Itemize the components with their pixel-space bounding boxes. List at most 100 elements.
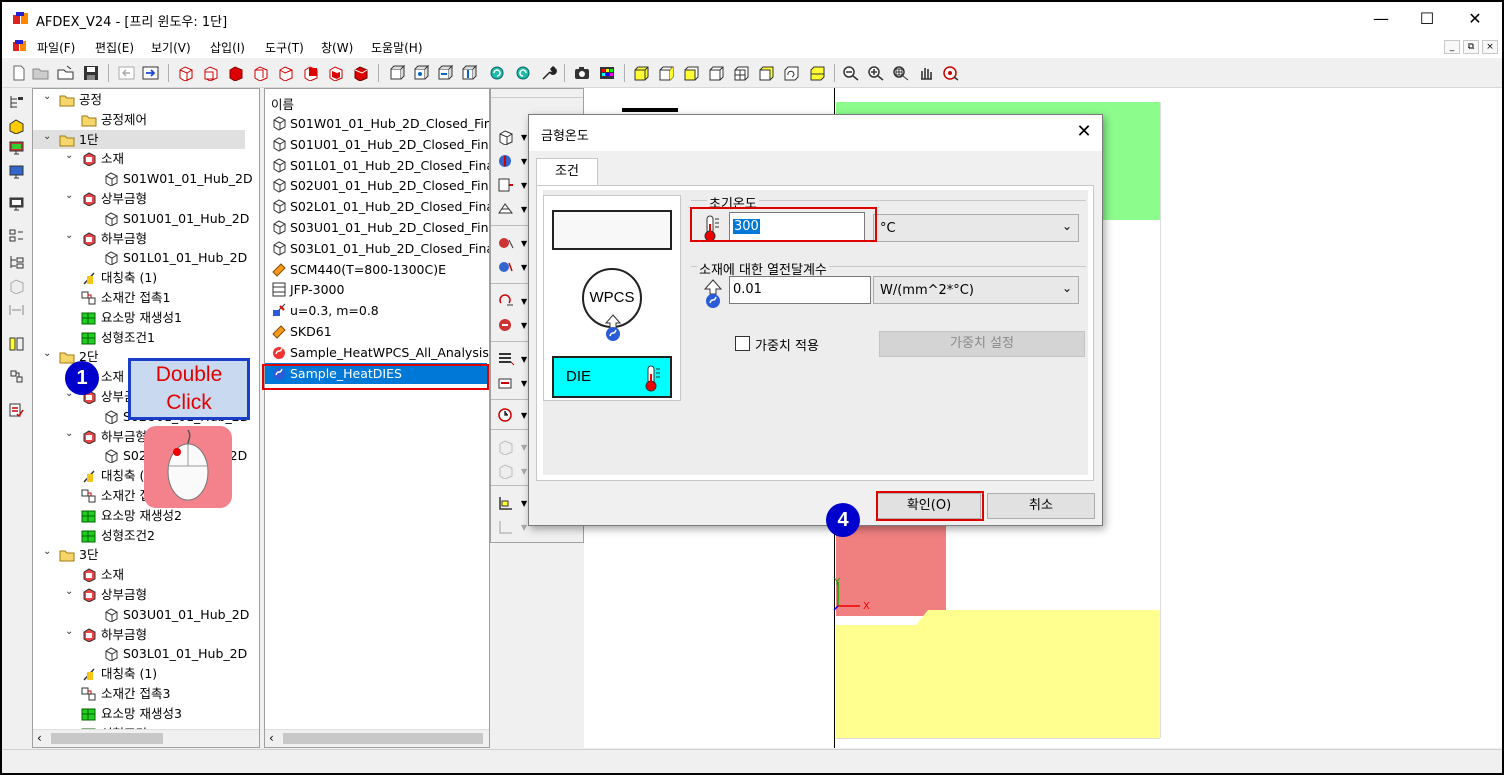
tree-item[interactable]: 소재간 접촉3: [81, 684, 170, 703]
tree-view-icon[interactable]: [8, 94, 25, 110]
box-section-icon[interactable]: [808, 65, 826, 81]
tree-item[interactable]: 요소망 재생성2: [81, 506, 182, 525]
tree-item[interactable]: 상부금형: [81, 189, 147, 208]
chevron-down-icon[interactable]: ▼: [521, 133, 527, 142]
list-item[interactable]: SKD61: [271, 321, 332, 342]
chevron-down-icon[interactable]: ▼: [521, 355, 527, 364]
disabled-tool-icon[interactable]: [497, 439, 515, 455]
ok-button[interactable]: 확인(O): [877, 493, 981, 519]
mdi-minimize-button[interactable]: _: [1444, 40, 1460, 54]
close-button[interactable]: ✕: [1452, 6, 1498, 32]
menu-file[interactable]: 파일(F): [37, 39, 75, 56]
chevron-down-icon[interactable]: ⌄: [43, 348, 51, 359]
menu-insert[interactable]: 삽입(I): [210, 39, 245, 56]
menu-view[interactable]: 보기(V): [151, 39, 191, 56]
friction-tool-icon[interactable]: [497, 293, 515, 309]
tree-item[interactable]: 요소망 재생성3: [81, 704, 182, 723]
material-tool-icon[interactable]: [497, 235, 515, 251]
list-item[interactable]: S01L01_01_Hub_2D_Closed_Final.: [271, 155, 489, 176]
cube-top-icon[interactable]: [277, 65, 295, 81]
tree-item[interactable]: S01U01_01_Hub_2D: [103, 209, 249, 228]
view-mirror-icon[interactable]: [460, 65, 478, 81]
monitor-dark-icon[interactable]: [8, 196, 25, 212]
mesh-tool-icon[interactable]: [497, 201, 515, 217]
chevron-down-icon[interactable]: ▼: [521, 499, 527, 508]
list-item[interactable]: S03L01_01_Hub_2D_Closed_Final.: [271, 238, 489, 259]
cube-solid-icon[interactable]: [227, 65, 245, 81]
tree-item[interactable]: 하부금형: [81, 427, 147, 446]
cancel-button[interactable]: 취소: [987, 493, 1095, 519]
open-folder-icon[interactable]: [32, 65, 50, 81]
list-item[interactable]: Sample_HeatDIES: [265, 362, 487, 384]
weight-checkbox[interactable]: [735, 336, 750, 351]
htc-unit-select[interactable]: W/(mm^2*°C) ⌄: [873, 276, 1079, 304]
maximize-button[interactable]: ☐: [1404, 6, 1450, 32]
layout-icon[interactable]: [8, 336, 25, 352]
tree-item[interactable]: 3단: [59, 545, 98, 564]
htc-input[interactable]: 0.01: [729, 276, 871, 304]
workpiece-tool-icon[interactable]: [497, 129, 515, 145]
chevron-down-icon[interactable]: ▼: [521, 181, 527, 190]
box-wire-icon[interactable]: [707, 65, 725, 81]
zoom-out-icon[interactable]: [842, 65, 860, 81]
chevron-down-icon[interactable]: ▼: [521, 297, 527, 306]
tree-item[interactable]: 하부금형: [81, 229, 147, 248]
grid-select-icon[interactable]: [8, 228, 25, 244]
tree-item[interactable]: 공정: [59, 90, 102, 109]
connect-icon[interactable]: [8, 368, 25, 384]
save-icon[interactable]: [82, 65, 100, 81]
chevron-down-icon[interactable]: ▼: [521, 523, 527, 532]
monitor-color-icon[interactable]: [8, 140, 25, 156]
tree-item[interactable]: 하부금형: [81, 625, 147, 644]
list-item[interactable]: S03U01_01_Hub_2D_Closed_Final: [271, 217, 489, 238]
tree-item[interactable]: 소재: [81, 565, 124, 584]
view-fit-icon[interactable]: [412, 65, 430, 81]
process-icon[interactable]: [8, 118, 25, 134]
heat-tool-icon[interactable]: [497, 153, 515, 169]
chevron-down-icon[interactable]: ⌄: [65, 626, 73, 637]
scroll-left-icon[interactable]: ‹: [37, 731, 42, 745]
list-item[interactable]: JFP-3000: [271, 279, 344, 300]
chevron-down-icon[interactable]: ▼: [521, 443, 527, 452]
tree-item[interactable]: 상부금형: [81, 585, 147, 604]
box-mesh-icon[interactable]: [732, 65, 750, 81]
list-item[interactable]: S02U01_01_Hub_2D_Closed_Final: [271, 175, 489, 196]
heat-die-tool-icon[interactable]: [497, 317, 515, 333]
chevron-down-icon[interactable]: ▼: [521, 467, 527, 476]
chevron-down-icon[interactable]: ⌄: [43, 131, 51, 142]
back-icon[interactable]: [118, 65, 136, 81]
chevron-down-icon[interactable]: ⌄: [65, 428, 73, 439]
view-pan-icon[interactable]: [436, 65, 454, 81]
zoom-in-icon[interactable]: [867, 65, 885, 81]
press-tool-icon[interactable]: [497, 351, 515, 367]
menu-window[interactable]: 창(W): [321, 39, 353, 56]
tree-item[interactable]: 공정제어: [81, 110, 147, 129]
tree-item[interactable]: 1단: [33, 129, 245, 149]
zoom-window-icon[interactable]: [892, 65, 910, 81]
disabled-tool-icon[interactable]: [497, 463, 515, 479]
rotate-ccw-icon[interactable]: [514, 65, 532, 81]
cube-fill-icon[interactable]: [352, 65, 370, 81]
chevron-down-icon[interactable]: ▼: [521, 321, 527, 330]
tree-item[interactable]: 요소망 재생성1: [81, 308, 182, 327]
tree-item[interactable]: 소재간 접촉1: [81, 288, 170, 307]
list-item[interactable]: SCM440(T=800-1300C)E: [271, 259, 446, 280]
stroke-tool-icon[interactable]: [497, 375, 515, 391]
new-file-icon[interactable]: [10, 65, 28, 81]
list-item[interactable]: S02L01_01_Hub_2D_Closed_Final.: [271, 196, 489, 217]
axis-tool-icon[interactable]: [497, 495, 515, 511]
view-rotate-icon[interactable]: [388, 65, 406, 81]
tree-item[interactable]: 대칭축 (1): [81, 268, 157, 287]
scroll-thumb[interactable]: [51, 733, 163, 744]
weight-settings-button[interactable]: 가중치 설정: [879, 331, 1085, 357]
weight-checkbox-label[interactable]: 가중치 적용: [755, 335, 819, 354]
checklist-icon[interactable]: [8, 402, 25, 418]
cube-side-icon[interactable]: [252, 65, 270, 81]
chevron-down-icon[interactable]: ▼: [521, 411, 527, 420]
scroll-thumb[interactable]: [283, 733, 483, 744]
list-item[interactable]: S01W01_01_Hub_2D_Closed_Fina: [271, 113, 489, 134]
menu-edit[interactable]: 편집(E): [95, 39, 134, 56]
list-item[interactable]: u=0.3, m=0.8: [271, 300, 379, 321]
camera-icon[interactable]: [573, 65, 591, 81]
temp-unit-select[interactable]: °C ⌄: [873, 214, 1079, 242]
